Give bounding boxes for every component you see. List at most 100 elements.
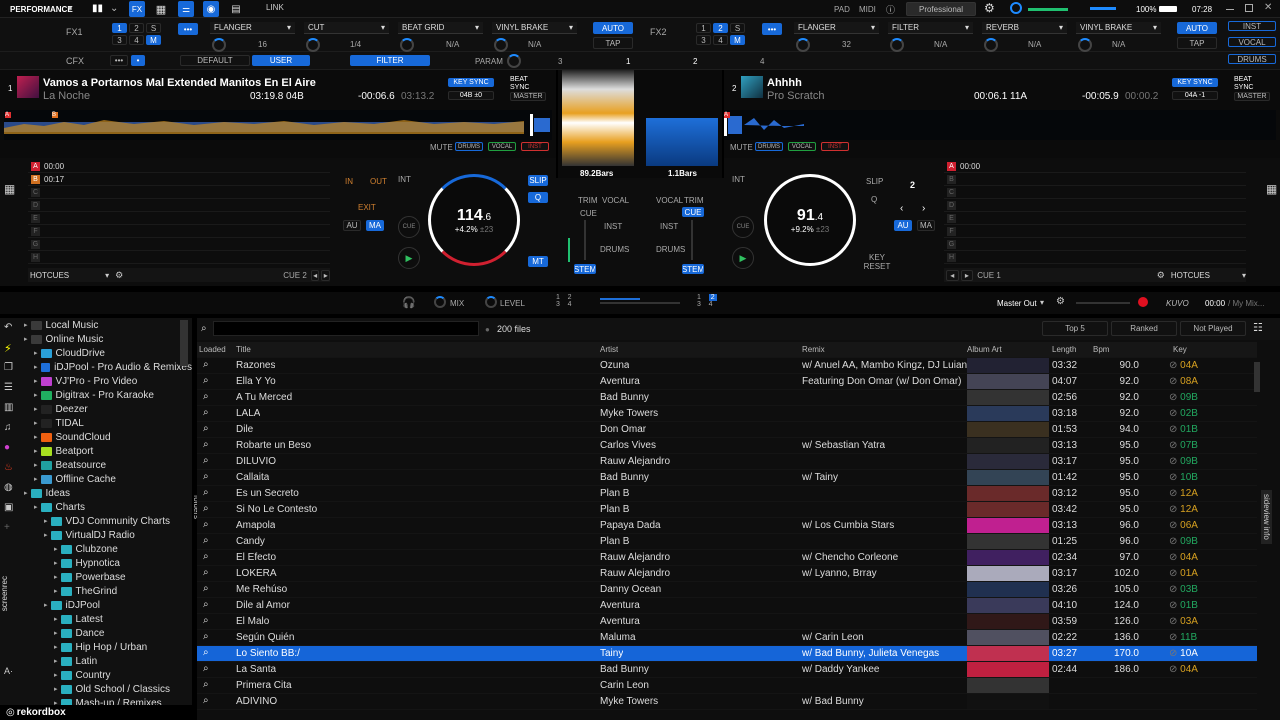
kuvo-button[interactable]: KUVO (1166, 299, 1189, 308)
tree-item[interactable]: ▸ Beatport (20, 444, 192, 458)
split-icon[interactable]: ▮▮ (92, 3, 103, 14)
deck1-jog-wheel[interactable]: 114.6 +4.2% ±23 (428, 174, 520, 266)
hotcue-row[interactable]: G (944, 238, 1246, 251)
fx2-assign-s[interactable]: S (730, 23, 745, 33)
karaoke-icon[interactable]: ● (4, 442, 10, 453)
table-row[interactable]: ⌕ El Efecto Rauw Alejandro w/ Chencho Corle… (197, 550, 1257, 566)
deck1-hotcues-label[interactable]: HOTCUES (30, 271, 69, 280)
hotcue-row[interactable]: B (944, 173, 1246, 186)
tree-item[interactable]: ▸ Deezer (20, 402, 192, 416)
tree-item[interactable]: ▸ iDJPool (20, 598, 192, 612)
mixer-stem-2-button[interactable]: STEM (682, 264, 704, 274)
mixer-cue-1-button[interactable]: CUE (580, 209, 597, 218)
deck1-key-sync-button[interactable]: KEY SYNC (448, 78, 494, 87)
expand-icon[interactable]: ▸ (44, 531, 48, 539)
hotcue-row[interactable]: D (28, 199, 330, 212)
expand-icon[interactable]: ▸ (34, 461, 38, 469)
fx1-effect-2-select[interactable]: CUT ▾ (304, 22, 389, 34)
cfx-on-button[interactable]: • (131, 55, 145, 66)
volume-slider[interactable] (1090, 7, 1116, 10)
expand-icon[interactable]: ▸ (44, 601, 48, 609)
tree-item[interactable]: ▸ CloudDrive (20, 346, 192, 360)
table-row[interactable]: ⌕ Lo Siento BB:/ Tainy w/ Bad Bunny, Juliet… (197, 646, 1257, 662)
deck1-key-value[interactable]: 04B ±0 (448, 91, 494, 100)
fx1-tap-button[interactable]: TAP (593, 37, 633, 49)
fx1-param-knob-4[interactable] (494, 38, 508, 52)
table-row[interactable]: ⌕ Amapola Papaya Dada w/ Los Cumbia Stars 03… (197, 518, 1257, 534)
cfx-menu-button[interactable]: ••• (110, 55, 128, 66)
column-header-key[interactable]: Key (1173, 345, 1187, 354)
tree-item[interactable]: ▸ Digitrax - Pro Karaoke (20, 388, 192, 402)
preview-icon[interactable]: ⌕ (203, 663, 209, 674)
table-row[interactable]: ⌕ Callaita Bad Bunny w/ Tainy 01:42 95.0 ⊘ 10B (197, 470, 1257, 486)
column-header-remix[interactable]: Remix (802, 345, 825, 354)
deck1-cue-a-marker[interactable]: A (5, 112, 11, 118)
preview-icon[interactable]: ⌕ (203, 455, 209, 466)
expand-icon[interactable]: ▸ (54, 545, 58, 553)
deck2-loop-halve-button[interactable]: ‹ (900, 203, 903, 214)
tree-item[interactable]: ▸ Online Music (20, 332, 192, 346)
expand-icon[interactable]: ▸ (24, 489, 28, 497)
layout-selector[interactable]: PERFORMANCE (10, 5, 73, 14)
expand-icon[interactable]: ▸ (54, 573, 58, 581)
column-header-title[interactable]: Title (236, 345, 251, 354)
deck2-waveform[interactable]: A (724, 110, 1276, 140)
tree-item[interactable]: ▸ VirtualDJ Radio (20, 528, 192, 542)
hotcue-row[interactable]: C (28, 186, 330, 199)
column-header-loaded[interactable]: Loaded (199, 345, 226, 354)
tree-item[interactable]: ▸ Dance (20, 626, 192, 640)
deck1-slip-button[interactable]: SLIP (528, 175, 548, 186)
column-header-bpm[interactable]: Bpm (1093, 345, 1109, 354)
deck1-next-cue-button[interactable]: ▸ (321, 269, 330, 281)
list-icon[interactable]: ☰ (4, 382, 13, 393)
chevron-down-icon[interactable]: ▾ (1040, 298, 1044, 307)
preview-icon[interactable]: ⌕ (203, 375, 209, 386)
table-row[interactable]: ⌕ A Tu Merced Bad Bunny 02:56 92.0 ⊘ 09B (197, 390, 1257, 406)
add-icon[interactable]: + (4, 522, 10, 533)
deck2-key-sync-button[interactable]: KEY SYNC (1172, 78, 1218, 87)
video-icon[interactable]: ▣ (4, 502, 13, 513)
table-row[interactable]: ⌕ LOKERA Rauw Alejandro w/ Lyanno, Brray 03:… (197, 566, 1257, 582)
deck2-vertical-waveform[interactable] (646, 118, 718, 166)
deck2-drums-button[interactable]: DRUMS (755, 142, 783, 151)
table-row[interactable]: ⌕ ADIVINO Myke Towers w/ Bad Bunny (197, 694, 1257, 710)
tree-item[interactable]: ▸ VJ'Pro - Pro Video (20, 374, 192, 388)
deck2-master-button[interactable]: MASTER (1234, 92, 1270, 101)
preview-icon[interactable]: ⌕ (203, 631, 209, 642)
deck2-ma-button[interactable]: MA (917, 220, 935, 231)
fx1-param-knob-3[interactable] (400, 38, 414, 52)
deck1-int-select[interactable]: INT (398, 175, 411, 184)
column-header-album-art[interactable]: Album Art (967, 345, 1002, 354)
expand-icon[interactable]: ▸ (54, 587, 58, 595)
tree-item[interactable]: ▸ Clubzone (20, 542, 192, 556)
preview-icon[interactable]: ⌕ (203, 599, 209, 610)
expand-icon[interactable]: ▸ (34, 475, 38, 483)
tree-item[interactable]: ▸ TheGrind (20, 584, 192, 598)
table-row[interactable]: ⌕ DILUVIO Rauw Alejandro 03:17 95.0 ⊘ 09B (197, 454, 1257, 470)
tree-item[interactable]: ▸ Hypnotica (20, 556, 192, 570)
deck1-loop-in-button[interactable]: IN (345, 177, 353, 186)
pad-grid-icon[interactable]: ▦ (153, 1, 169, 17)
fx1-assign-1[interactable]: 1 (112, 23, 127, 33)
deck1-play-button[interactable]: ▶ (398, 247, 420, 269)
record-gain-slider[interactable] (1076, 302, 1130, 304)
preview-icon[interactable]: ⌕ (203, 615, 209, 626)
deck2-key-reset-button[interactable]: KEY RESET (862, 253, 892, 271)
preview-icon[interactable]: ⌕ (203, 551, 209, 562)
film-icon[interactable]: ▤ (228, 1, 244, 17)
preview-icon[interactable]: ⌕ (203, 487, 209, 498)
fx1-on-button[interactable]: ••• (178, 23, 198, 35)
fx1-param-knob-1[interactable] (212, 38, 226, 52)
deck2-cue-button[interactable]: CUE (732, 216, 754, 238)
expand-icon[interactable]: ▸ (34, 391, 38, 399)
preview-icon[interactable]: ⌕ (203, 407, 209, 418)
vinyl-icon[interactable]: ◍ (4, 482, 13, 493)
fx1-effect-3-select[interactable]: BEAT GRID ▾ (398, 22, 483, 34)
fx2-param-knob-3[interactable] (984, 38, 998, 52)
list-scrollbar[interactable] (1254, 362, 1260, 392)
deck1-master-button[interactable]: MASTER (510, 92, 546, 101)
expand-icon[interactable]: ▸ (44, 517, 48, 525)
record-button[interactable] (1138, 297, 1148, 307)
midi-button[interactable]: MIDI (859, 5, 876, 14)
deck2-next-cue-button[interactable]: ▸ (960, 269, 974, 281)
